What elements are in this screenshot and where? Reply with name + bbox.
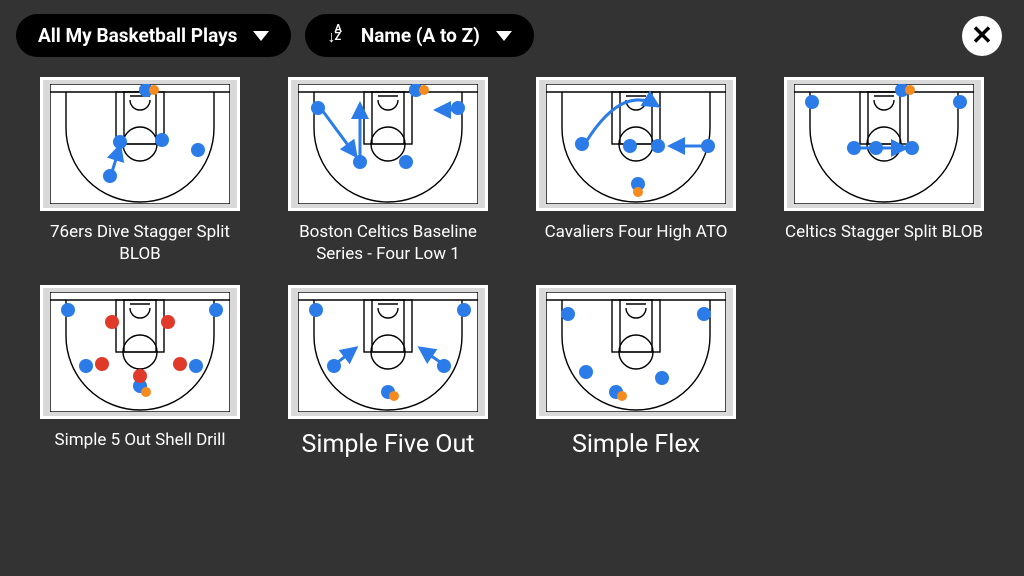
- sort-dropdown[interactable]: ↓AZ Name (A to Z): [305, 14, 533, 57]
- chevron-down-icon: [253, 31, 269, 41]
- play-card[interactable]: 76ers Dive Stagger Split BLOB: [26, 77, 254, 265]
- top-bar: All My Basketball Plays ↓AZ Name (A to Z…: [0, 0, 1024, 63]
- play-card[interactable]: Celtics Stagger Split BLOB: [770, 77, 998, 265]
- sort-icon: ↓AZ: [327, 25, 340, 47]
- play-thumbnail: [288, 285, 488, 419]
- play-card[interactable]: Cavaliers Four High ATO: [522, 77, 750, 265]
- play-title: 76ers Dive Stagger Split BLOB: [30, 221, 250, 265]
- play-card[interactable]: Simple Flex: [522, 285, 750, 462]
- chevron-down-icon: [496, 31, 512, 41]
- play-thumbnail: [536, 77, 736, 211]
- play-thumbnail: [40, 285, 240, 419]
- play-thumbnail: [288, 77, 488, 211]
- play-thumbnail: [536, 285, 736, 419]
- play-card[interactable]: Simple Five Out: [274, 285, 502, 462]
- play-card[interactable]: Simple 5 Out Shell Drill: [26, 285, 254, 462]
- sort-label: Name (A to Z): [361, 24, 480, 47]
- play-thumbnail: [40, 77, 240, 211]
- play-title: Simple Flex: [572, 429, 700, 462]
- close-icon: ✕: [971, 21, 993, 51]
- filter-dropdown[interactable]: All My Basketball Plays: [16, 14, 291, 57]
- play-thumbnail: [784, 77, 984, 211]
- filter-label: All My Basketball Plays: [38, 24, 237, 47]
- play-title: Cavaliers Four High ATO: [545, 221, 728, 243]
- close-button[interactable]: ✕: [962, 16, 1002, 56]
- play-title: Simple 5 Out Shell Drill: [55, 429, 226, 451]
- play-card[interactable]: Boston Celtics Baseline Series - Four Lo…: [274, 77, 502, 265]
- play-title: Celtics Stagger Split BLOB: [785, 221, 983, 243]
- play-title: Simple Five Out: [302, 429, 475, 462]
- plays-grid: 76ers Dive Stagger Split BLOB Boston Cel…: [0, 63, 1024, 476]
- play-title: Boston Celtics Baseline Series - Four Lo…: [278, 221, 498, 265]
